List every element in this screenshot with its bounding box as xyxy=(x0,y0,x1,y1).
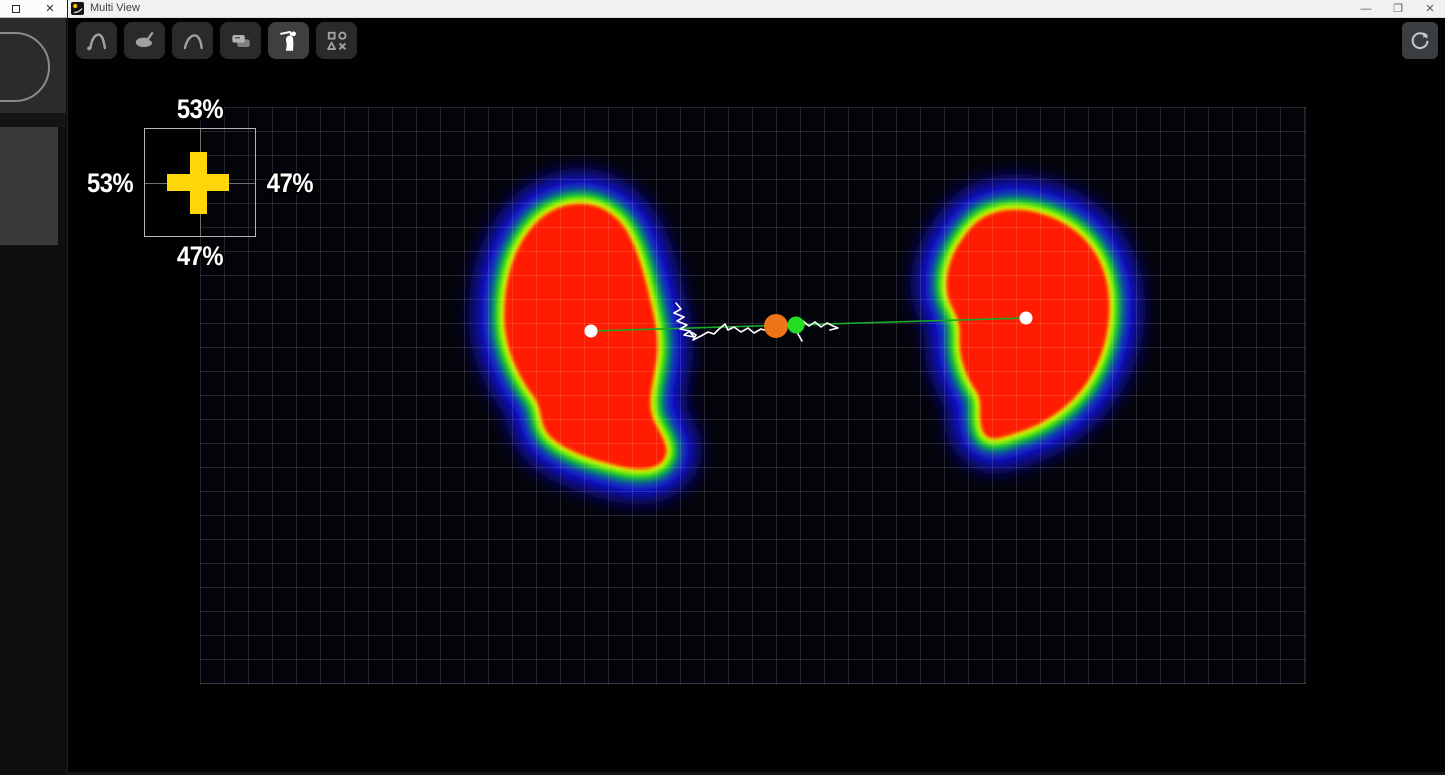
toolbar-button-data-cards[interactable] xyxy=(220,22,261,59)
background-window-strip: ✕ xyxy=(0,0,68,775)
pressure-plot-area[interactable] xyxy=(200,107,1306,684)
left-foot-center-dot xyxy=(585,325,598,338)
arc-icon xyxy=(180,28,206,54)
rounded-outline-shape xyxy=(0,32,50,102)
app-window: Multi View — ❐ ✕ xyxy=(0,0,1445,775)
balance-right-percentage: 47% xyxy=(267,168,337,199)
balance-cross-marker xyxy=(190,152,207,214)
green-cop-dot xyxy=(788,317,805,334)
refresh-icon xyxy=(1408,29,1432,53)
toolbar-button-swing-arc[interactable] xyxy=(172,22,213,59)
toolbar-button-club-head[interactable] xyxy=(124,22,165,59)
toolbar-button-shapes[interactable] xyxy=(316,22,357,59)
background-window-titlebar: ✕ xyxy=(0,0,67,18)
app-logo-icon xyxy=(71,2,84,15)
refresh-button[interactable] xyxy=(1402,22,1438,59)
plot-overlay xyxy=(200,107,1306,684)
close-button[interactable]: ✕ xyxy=(1421,1,1439,17)
window-title: Multi View xyxy=(90,2,140,14)
balance-top-percentage: 53% xyxy=(151,94,250,125)
restore-button[interactable]: ❐ xyxy=(1389,1,1407,17)
shapes-icon xyxy=(324,28,350,54)
cop-connector-line xyxy=(591,318,1026,331)
club-head-icon xyxy=(132,28,158,54)
background-window-panel xyxy=(0,127,58,245)
right-foot-center-dot xyxy=(1020,312,1033,325)
cop-trace-line xyxy=(674,303,776,340)
balance-indicator-box xyxy=(144,128,256,237)
minimize-button[interactable]: — xyxy=(1357,1,1375,17)
layers-icon xyxy=(228,28,254,54)
golfer-icon xyxy=(276,28,302,54)
toolbar-button-golfer[interactable] xyxy=(268,22,309,59)
trajectory-arc-icon xyxy=(84,28,110,54)
background-window-content xyxy=(0,18,66,113)
background-close-button[interactable]: ✕ xyxy=(45,4,54,15)
toolbar-button-ball-flight[interactable] xyxy=(76,22,117,59)
orange-cop-dot xyxy=(764,314,788,338)
background-window-divider xyxy=(0,113,66,127)
view-toolbar xyxy=(76,22,357,59)
balance-bottom-percentage: 47% xyxy=(151,241,250,272)
background-restore-button[interactable] xyxy=(12,5,20,13)
balance-left-percentage: 53% xyxy=(63,168,133,199)
multiview-titlebar: Multi View — ❐ ✕ xyxy=(68,0,1445,18)
